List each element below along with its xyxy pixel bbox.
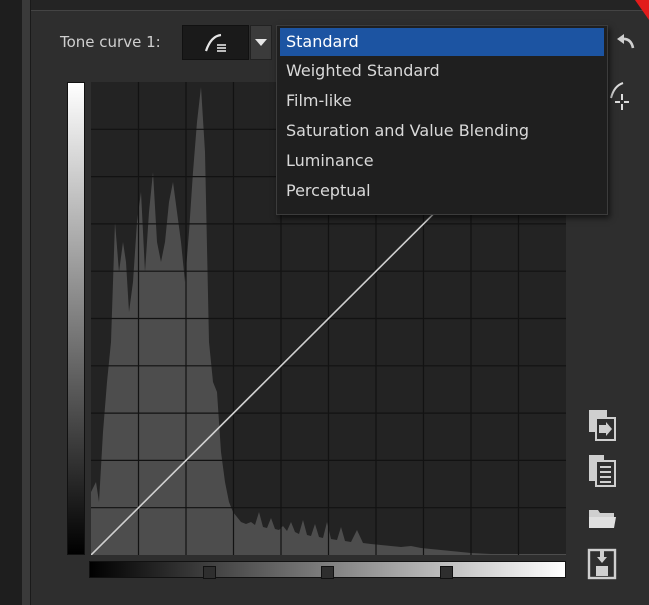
triangle-down-icon xyxy=(255,38,267,46)
left-margin xyxy=(0,0,22,605)
menu-item-saturation-value-blending[interactable]: Saturation and Value Blending xyxy=(277,116,607,146)
panel-scroll-edge xyxy=(22,0,31,605)
menu-item-perceptual[interactable]: Perceptual xyxy=(277,176,607,206)
menu-item-luminance[interactable]: Luminance xyxy=(277,146,607,176)
save-icon[interactable] xyxy=(587,548,617,580)
gradient-handle-midtones[interactable] xyxy=(321,566,334,579)
curve-icon xyxy=(204,33,226,52)
pick-point-icon[interactable] xyxy=(607,80,633,116)
gradient-handle-highlights[interactable] xyxy=(440,566,453,579)
undo-icon[interactable] xyxy=(614,33,636,51)
red-marker xyxy=(635,0,649,20)
vertical-luminance-gradient xyxy=(67,82,85,555)
tone-curve-label: Tone curve 1: xyxy=(60,33,161,51)
open-folder-icon[interactable] xyxy=(587,505,617,531)
panel-header-strip xyxy=(31,0,649,11)
curve-type-menu: Standard Weighted Standard Film-like Sat… xyxy=(276,25,608,215)
gradient-handle-shadows[interactable] xyxy=(203,566,216,579)
menu-item-film-like[interactable]: Film-like xyxy=(277,86,607,116)
curve-mode-button[interactable] xyxy=(182,25,249,60)
copy-curve-icon[interactable] xyxy=(587,408,617,442)
curve-type-dropdown-arrow[interactable] xyxy=(250,25,272,60)
paste-curve-icon[interactable] xyxy=(587,452,617,488)
menu-item-standard[interactable]: Standard xyxy=(280,28,604,56)
menu-item-weighted-standard[interactable]: Weighted Standard xyxy=(277,56,607,86)
